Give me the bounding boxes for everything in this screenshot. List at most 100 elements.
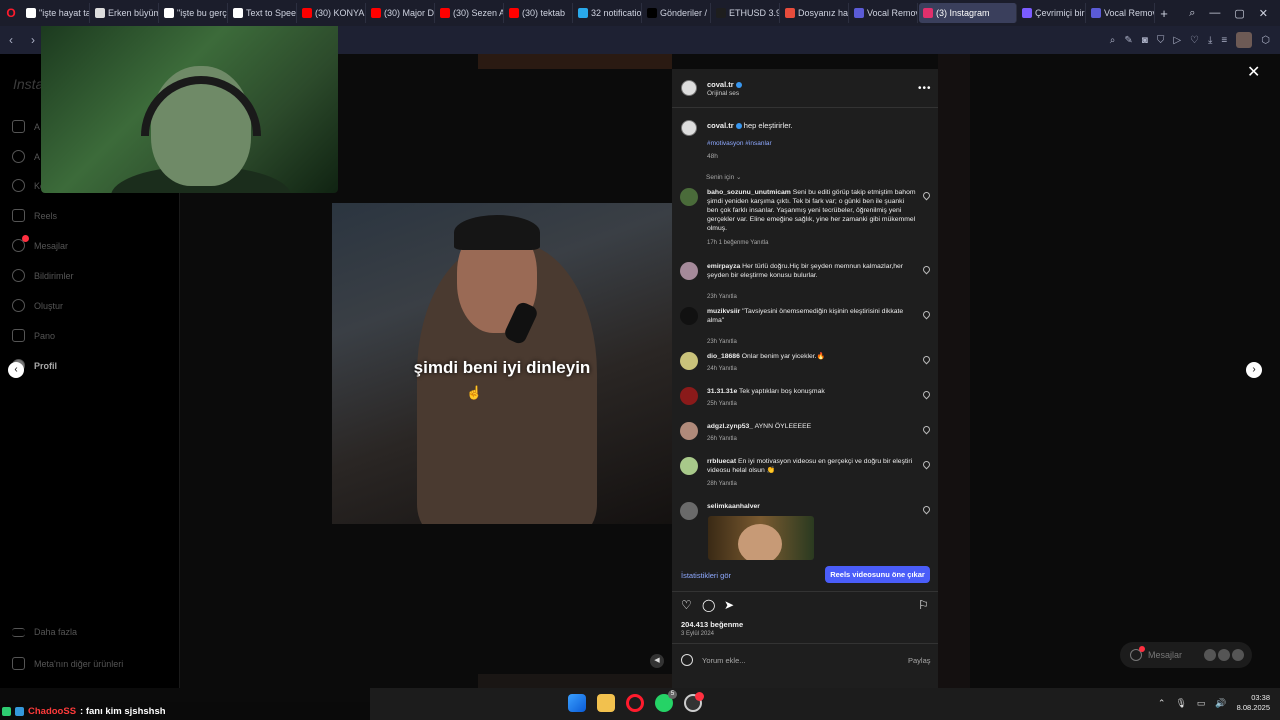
commenter-avatar[interactable] bbox=[680, 502, 698, 520]
maximize-button[interactable]: ▢ bbox=[1234, 7, 1244, 20]
comment-meta[interactable]: 25h Yanıtla bbox=[707, 401, 737, 407]
browser-tab[interactable]: Erken büyüm bbox=[91, 3, 159, 23]
sidebar-item-notifications[interactable]: Bildirimler bbox=[12, 269, 74, 282]
comment-meta[interactable]: 17h 1 beğenme Yanıtla bbox=[707, 240, 769, 246]
commenter-avatar[interactable] bbox=[680, 422, 698, 440]
comment-meta[interactable]: 23h Yanıtla bbox=[707, 294, 737, 300]
like-icon[interactable]: ♡ bbox=[681, 599, 693, 611]
sidebar-item-dashboard[interactable]: Pano bbox=[12, 329, 55, 342]
close-window-button[interactable]: ✕ bbox=[1259, 7, 1268, 20]
back-button[interactable]: ‹ bbox=[0, 33, 22, 47]
minimize-button[interactable]: — bbox=[1209, 7, 1220, 20]
comment-sort-dropdown[interactable]: Senin için ⌄ bbox=[706, 173, 741, 181]
browser-tab[interactable]: Dosyanız haz bbox=[781, 3, 849, 23]
comment-meta[interactable]: 26h Yanıtla bbox=[707, 436, 737, 442]
file-explorer-icon[interactable] bbox=[597, 694, 615, 712]
like-count[interactable]: 204.413 beğenme bbox=[681, 620, 743, 629]
commenter-username[interactable]: dio_18686 bbox=[707, 353, 740, 360]
heart-icon[interactable]: ♡ bbox=[1190, 35, 1199, 46]
chevron-up-icon[interactable]: ⌃ bbox=[1158, 698, 1166, 709]
author-username[interactable]: coval.tr bbox=[707, 80, 742, 89]
camera-icon[interactable]: ◙ bbox=[1142, 35, 1148, 46]
share-icon[interactable]: ➤ bbox=[724, 599, 736, 611]
messages-pill[interactable]: Mesajlar bbox=[1120, 642, 1252, 668]
search-icon[interactable]: ⌕ bbox=[1110, 35, 1116, 46]
commenter-username[interactable]: baho_sozunu_unutmicam bbox=[707, 189, 791, 196]
comment-like-icon[interactable] bbox=[921, 309, 932, 320]
microphone-icon[interactable]: 🎙 bbox=[1175, 698, 1186, 709]
save-bookmark-icon[interactable]: ⚐ bbox=[918, 599, 930, 611]
sidebar-item-search[interactable]: A bbox=[12, 150, 40, 163]
comment-gif[interactable] bbox=[708, 516, 814, 560]
commenter-avatar[interactable] bbox=[680, 307, 698, 325]
view-insights-link[interactable]: İstatistikleri gör bbox=[681, 571, 731, 580]
menu-icon[interactable]: ≡ bbox=[1221, 35, 1227, 46]
commenter-username[interactable]: adgzl.zynp53_ bbox=[707, 423, 753, 430]
comment-like-icon[interactable] bbox=[921, 424, 932, 435]
hashtags[interactable]: #motivasyon #insanlar bbox=[707, 140, 772, 147]
sidebar-item-create[interactable]: Oluştur bbox=[12, 299, 63, 312]
comment-like-icon[interactable] bbox=[921, 459, 932, 470]
browser-tab[interactable]: ETHUSD 3.92 bbox=[712, 3, 780, 23]
commenter-username[interactable]: rrbluecat bbox=[707, 458, 736, 465]
shield-icon[interactable]: ⛉ bbox=[1157, 35, 1165, 46]
commenter-avatar[interactable] bbox=[680, 188, 698, 206]
edit-icon[interactable]: ✎ bbox=[1124, 35, 1132, 46]
play-icon[interactable]: ▷ bbox=[1173, 35, 1181, 46]
browser-tab[interactable]: (30) Major D bbox=[367, 3, 435, 23]
browser-tab[interactable]: "işte bu gerç bbox=[160, 3, 228, 23]
browser-tab[interactable]: Vocal Remov bbox=[850, 3, 918, 23]
comment-like-icon[interactable] bbox=[921, 190, 932, 201]
emoji-icon[interactable] bbox=[681, 654, 693, 666]
search-tabs-icon[interactable]: ⌕ bbox=[1189, 7, 1195, 20]
sidebar-item-more[interactable]: Daha fazla bbox=[12, 627, 77, 637]
sidebar-item-home[interactable]: A bbox=[12, 120, 40, 133]
opera-icon[interactable] bbox=[626, 694, 644, 712]
browser-tab[interactable]: Gönderiler / bbox=[643, 3, 711, 23]
browser-tab[interactable]: 32 notificatio bbox=[574, 3, 642, 23]
commenter-username[interactable]: muzikvsiir bbox=[707, 308, 740, 315]
sidebar-item-reels[interactable]: Reels bbox=[12, 209, 57, 222]
browser-tab[interactable]: Çevrimiçi bir bbox=[1018, 3, 1086, 23]
comment-icon[interactable]: ◯ bbox=[702, 599, 715, 611]
system-clock[interactable]: 03:38 8.08.2025 bbox=[1237, 693, 1270, 713]
profile-avatar[interactable] bbox=[1236, 32, 1253, 48]
commenter-username[interactable]: emirpayza bbox=[707, 263, 740, 270]
volume-icon[interactable]: 🔊 bbox=[1215, 698, 1226, 709]
commenter-avatar[interactable] bbox=[680, 387, 698, 405]
opera-logo-icon[interactable]: O bbox=[0, 6, 22, 20]
commenter-avatar[interactable] bbox=[680, 352, 698, 370]
audio-label[interactable]: Orijinal ses bbox=[707, 90, 739, 97]
browser-tab[interactable]: (3) Instagram bbox=[919, 3, 1017, 23]
display-icon[interactable]: ▭ bbox=[1197, 698, 1206, 709]
whatsapp-icon[interactable]: 5 bbox=[655, 690, 677, 712]
browser-tab[interactable]: Vocal Remov bbox=[1087, 3, 1155, 23]
comment-input[interactable]: Yorum ekle... bbox=[702, 656, 746, 665]
extensions-icon[interactable]: ⬡ bbox=[1261, 35, 1270, 46]
post-comment-button[interactable]: Paylaş bbox=[908, 656, 931, 665]
comment-like-icon[interactable] bbox=[921, 504, 932, 515]
sidebar-item-meta[interactable]: Meta'nın diğer ürünleri bbox=[12, 657, 123, 670]
browser-tab[interactable]: "işte hayat ta bbox=[22, 3, 90, 23]
comment-like-icon[interactable] bbox=[921, 354, 932, 365]
browser-tab[interactable]: (30) Sezen A bbox=[436, 3, 504, 23]
comment-meta[interactable]: 23h Yanıtla bbox=[707, 339, 737, 345]
previous-post-button[interactable]: ‹ bbox=[8, 362, 24, 378]
commenter-username[interactable]: 31.31.31e bbox=[707, 388, 737, 395]
reel-video[interactable]: şimdi beni iyi dinleyin bbox=[332, 203, 672, 524]
mute-button[interactable]: ◀ bbox=[650, 654, 664, 668]
comment-like-icon[interactable] bbox=[921, 264, 932, 275]
commenter-avatar[interactable] bbox=[680, 457, 698, 475]
comment-meta[interactable]: 24h Yanıtla bbox=[707, 366, 737, 372]
comment-meta[interactable]: 28h Yanıtla bbox=[707, 481, 737, 487]
more-options-icon[interactable]: ••• bbox=[918, 83, 932, 94]
instagram-logo[interactable]: Insta bbox=[13, 76, 43, 92]
windows-start-icon[interactable] bbox=[568, 694, 586, 712]
sidebar-item-messages[interactable]: Mesajlar bbox=[12, 235, 68, 252]
next-post-button[interactable]: › bbox=[1246, 362, 1262, 378]
close-modal-button[interactable]: ✕ bbox=[1247, 62, 1260, 82]
app-icon[interactable] bbox=[684, 692, 704, 712]
browser-tab[interactable]: (30) tektab bbox=[505, 3, 573, 23]
commenter-username[interactable]: selimkaanhalver bbox=[707, 503, 760, 510]
browser-tab[interactable]: (30) KONYAL bbox=[298, 3, 366, 23]
